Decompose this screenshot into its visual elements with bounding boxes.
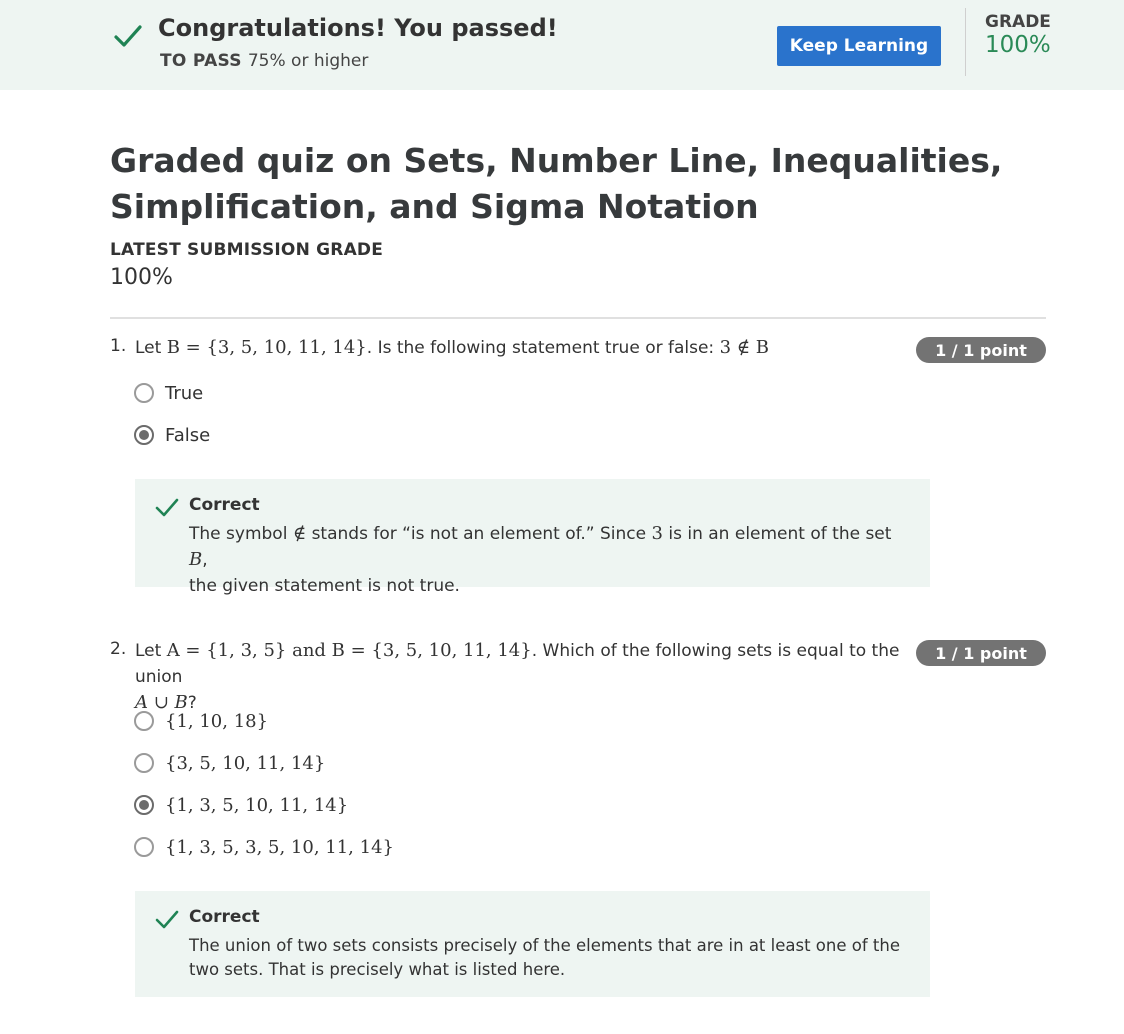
checkmark-icon bbox=[155, 498, 179, 517]
radio-button-selected[interactable] bbox=[134, 795, 154, 815]
feedback-number: 3 bbox=[651, 523, 663, 544]
option-label: {3, 5, 10, 11, 14} bbox=[165, 752, 326, 774]
feedback-title: Correct bbox=[189, 495, 260, 515]
feedback-set: B bbox=[189, 549, 203, 570]
option-false[interactable]: False bbox=[134, 421, 210, 449]
option-label: {1, 10, 18} bbox=[165, 710, 269, 732]
keep-learning-button[interactable]: Keep Learning bbox=[777, 26, 941, 66]
to-pass-value: 75% or higher bbox=[247, 51, 369, 71]
radio-button[interactable] bbox=[134, 753, 154, 773]
option-label: {1, 3, 5, 10, 11, 14} bbox=[165, 794, 349, 816]
feedback-text-part: stands for “is not an element of.” Since bbox=[311, 524, 647, 544]
latest-submission-value: 100% bbox=[110, 265, 173, 290]
points-badge: 1 / 1 point bbox=[916, 640, 1046, 666]
banner-divider bbox=[965, 8, 966, 76]
feedback-text-part: the given statement is not true. bbox=[189, 576, 460, 596]
option-label: False bbox=[165, 424, 211, 446]
quiz-title: Graded quiz on Sets, Number Line, Inequa… bbox=[110, 141, 1003, 226]
section-divider bbox=[110, 317, 1046, 319]
option-true[interactable]: True bbox=[134, 379, 203, 407]
feedback-symbol: ∉ bbox=[292, 523, 307, 544]
radio-button[interactable] bbox=[134, 837, 154, 857]
option-label: {1, 3, 5, 3, 5, 10, 11, 14} bbox=[165, 836, 394, 858]
feedback-text-part: The union of two sets consists precisely… bbox=[189, 936, 900, 955]
question-text-mid: . Is the following statement true or fal… bbox=[366, 338, 715, 358]
option-label: True bbox=[165, 382, 204, 404]
question-text-prefix: Let bbox=[135, 641, 162, 661]
option-3[interactable]: {1, 3, 5, 10, 11, 14} bbox=[134, 791, 348, 819]
checkmark-icon bbox=[114, 25, 142, 47]
feedback-text: The symbol ∉ stands for “is not an eleme… bbox=[189, 521, 909, 599]
radio-button[interactable] bbox=[134, 711, 154, 731]
radio-button[interactable] bbox=[134, 383, 154, 403]
pass-title: Congratulations! You passed! bbox=[158, 14, 558, 42]
feedback-text-part: The symbol bbox=[189, 524, 288, 544]
latest-submission-label: LATEST SUBMISSION GRADE bbox=[110, 240, 384, 260]
question-text-prefix: Let bbox=[135, 338, 162, 358]
feedback-box: Correct The union of two sets consists p… bbox=[135, 891, 930, 997]
option-1[interactable]: {1, 10, 18} bbox=[134, 707, 268, 735]
feedback-box: Correct The symbol ∉ stands for “is not … bbox=[135, 479, 930, 596]
pass-banner: Congratulations! You passed! TO PASS 75% … bbox=[0, 0, 1124, 90]
question-text: Let A = {1, 3, 5} and B = {3, 5, 10, 11,… bbox=[135, 638, 910, 716]
question-number: 2. bbox=[110, 639, 127, 659]
grade-value: 100% bbox=[985, 32, 1051, 58]
to-pass-label: TO PASS bbox=[160, 51, 242, 71]
feedback-text-part: is in an element of the set bbox=[668, 524, 892, 544]
to-pass-requirement: TO PASS 75% or higher bbox=[160, 51, 368, 71]
feedback-title: Correct bbox=[189, 907, 260, 927]
checkmark-icon bbox=[155, 910, 179, 929]
option-2[interactable]: {3, 5, 10, 11, 14} bbox=[134, 749, 325, 777]
grade-label: GRADE bbox=[985, 12, 1051, 32]
question-math-statement: 3 ∉ B bbox=[719, 337, 770, 358]
question-math: A = {1, 3, 5} and B = {3, 5, 10, 11, 14} bbox=[166, 640, 532, 661]
feedback-text-part: , bbox=[202, 550, 208, 570]
points-badge: 1 / 1 point bbox=[916, 337, 1046, 363]
feedback-text: The union of two sets consists precisely… bbox=[189, 934, 919, 982]
question-number: 1. bbox=[110, 336, 127, 356]
option-4[interactable]: {1, 3, 5, 3, 5, 10, 11, 14} bbox=[134, 833, 394, 861]
feedback-text-part: two sets. That is precisely what is list… bbox=[189, 960, 566, 979]
question-text: Let B = {3, 5, 10, 11, 14}. Is the follo… bbox=[135, 335, 895, 361]
question-math: B = {3, 5, 10, 11, 14} bbox=[166, 337, 367, 358]
radio-button-selected[interactable] bbox=[134, 425, 154, 445]
